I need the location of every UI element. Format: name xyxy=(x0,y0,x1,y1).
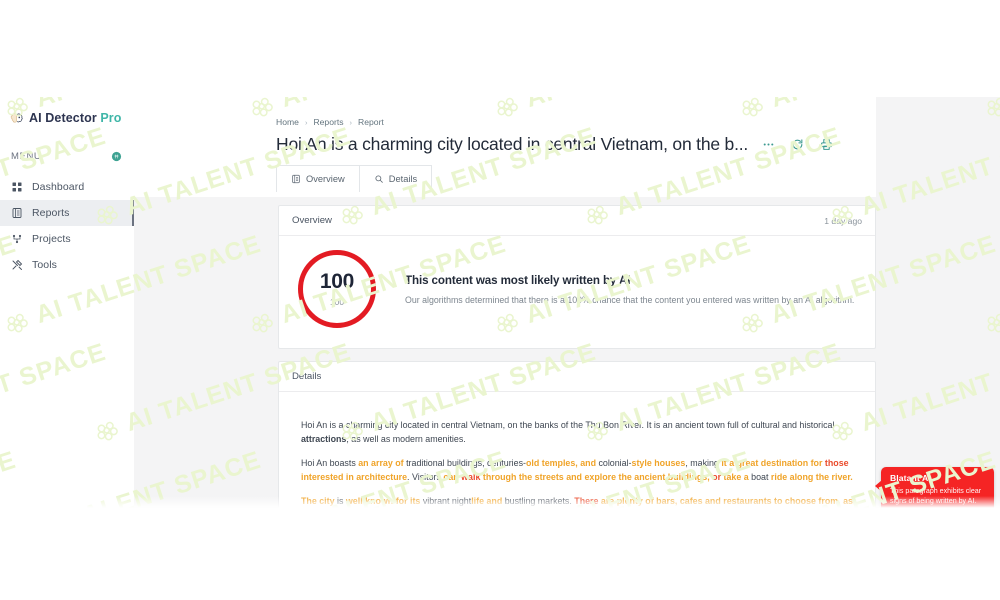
text-run: boat xyxy=(748,472,771,483)
text-run: Hoi An boasts xyxy=(301,457,359,468)
text-run: attractions xyxy=(301,434,347,445)
menu-label: MENU xyxy=(11,151,42,162)
text-run: an array of xyxy=(358,457,404,468)
print-icon[interactable] xyxy=(820,138,833,151)
breadcrumb-item-report: Report xyxy=(358,117,384,127)
verdict-heading: This content was most likely written by … xyxy=(405,273,631,287)
tab-label: Details xyxy=(388,174,418,184)
text-run: traditional buildings, centuries- xyxy=(403,457,526,468)
text-run: life and xyxy=(471,495,503,506)
more-options-icon[interactable] xyxy=(762,138,775,151)
text-run: ride along the river. xyxy=(770,472,853,483)
grid-icon xyxy=(12,182,22,192)
brain-badge-icon[interactable] xyxy=(111,151,122,162)
refresh-icon[interactable] xyxy=(791,138,804,151)
text-run: it a great destination for xyxy=(721,457,825,468)
breadcrumb-item-home[interactable]: Home xyxy=(276,117,299,127)
sidebar-item-reports[interactable]: Reports xyxy=(0,200,134,226)
tab-bar: Overview Details xyxy=(276,165,433,192)
breadcrumb-separator: › xyxy=(304,117,308,127)
text-run: well known for its xyxy=(345,495,421,506)
text-run: The city xyxy=(301,495,335,506)
tooltip-blatant-ai-1[interactable]: Blatant AI This paragraph exhibits clear… xyxy=(875,467,994,510)
tooltip-title: Blatant AI xyxy=(890,473,931,483)
sidebar-nav: Dashboard Reports Projects Tools xyxy=(0,174,134,278)
overview-timestamp: 1 day ago xyxy=(824,215,862,226)
overview-text: This content was most likely written by … xyxy=(405,272,854,306)
details-body: Hoi An is a charming city located in cen… xyxy=(279,392,994,510)
sidebar-item-label: Tools xyxy=(32,259,58,271)
ai-score-gauge: 100 100 xyxy=(298,250,376,328)
text-run: or xyxy=(712,472,722,483)
text-run: style houses xyxy=(631,457,686,468)
tab-details[interactable]: Details xyxy=(358,165,433,192)
tab-label: Overview xyxy=(306,174,345,184)
text-run: walk xyxy=(461,472,481,483)
brand-name: AI Detector Pro xyxy=(29,111,122,125)
sitemap-icon xyxy=(12,234,22,244)
main-area: Home › Reports › Report Hoi An is a charming… xyxy=(134,97,1000,510)
details-card: Details Hoi An is a charming city locate… xyxy=(278,361,994,510)
sidebar-item-label: Projects xyxy=(32,233,71,245)
text-run: can xyxy=(443,472,462,483)
breadcrumb-item-reports[interactable]: Reports xyxy=(313,117,343,127)
breadcrumb: Home › Reports › Report xyxy=(134,97,876,127)
details-card-header: Details xyxy=(279,362,875,392)
analyzed-paragraph-1: Hoi An is a charming city located in cen… xyxy=(301,418,853,447)
analyzed-paragraph-2: Hoi An boasts an array of traditional bu… xyxy=(301,456,853,485)
text-run: old temples, and xyxy=(525,457,596,468)
verdict-explanation: Our algorithms determined that there is … xyxy=(405,294,855,305)
text-run: vibrant night xyxy=(420,495,472,506)
text-run: through the streets and explore the anci… xyxy=(480,472,713,483)
title-row: Hoi An is a charming city located in cen… xyxy=(134,127,876,155)
tools-icon xyxy=(12,259,23,270)
text-run: take a xyxy=(721,472,749,483)
text-run: , as well as modern amenities. xyxy=(346,434,466,445)
overview-card: Overview 1 day ago 100 100 This content … xyxy=(278,205,876,349)
sidebar-item-dashboard[interactable]: Dashboard xyxy=(0,174,134,200)
text-run: is xyxy=(334,495,346,506)
topbar: Home › Reports › Report Hoi An is a charming… xyxy=(134,97,876,197)
sidebar-item-label: Dashboard xyxy=(32,181,85,193)
brain-logo-icon xyxy=(10,112,23,123)
sidebar-item-tools[interactable]: Tools xyxy=(0,252,134,278)
sidebar-item-label: Reports xyxy=(32,207,70,219)
overview-body: 100 100 This content was most likely wri… xyxy=(279,236,875,348)
breadcrumb-separator: › xyxy=(349,117,353,127)
text-run: Hoi An is a charming city located in cen… xyxy=(301,420,835,430)
tooltip-body: This paragraph exhibits clear signs of b… xyxy=(890,487,982,506)
details-card-title: Details xyxy=(292,371,322,382)
text-run: colonial- xyxy=(596,457,632,468)
page-title: Hoi An is a charming city located in cen… xyxy=(276,134,749,154)
content-column: Overview 1 day ago 100 100 This content … xyxy=(278,205,994,510)
text-run: bustling markets. xyxy=(502,495,575,506)
text-run: , making xyxy=(685,457,722,468)
search-icon xyxy=(375,175,383,183)
screenshot-canvas: AI TALENT SPACE AI TALENT SPACE AI TALENT … xyxy=(0,0,1000,600)
overview-card-header: Overview 1 day ago xyxy=(279,206,875,236)
brand-logo-area[interactable]: AI Detector Pro xyxy=(0,97,134,129)
ai-score-sub: 100 xyxy=(330,297,344,307)
overview-card-title: Overview xyxy=(292,215,332,226)
text-run: interested in architecture xyxy=(301,472,408,483)
report-table-icon xyxy=(12,208,22,218)
text-run: those xyxy=(824,457,849,468)
sidebar: AI Detector Pro MENU Dashboard Reports Pro… xyxy=(0,97,134,510)
analyzed-paragraph-3: The city is well known for its vibrant n… xyxy=(301,494,853,510)
title-actions xyxy=(762,138,833,151)
menu-header: MENU xyxy=(0,129,134,162)
tab-overview[interactable]: Overview xyxy=(276,165,359,192)
text-run: . Visitors xyxy=(407,472,444,483)
sidebar-item-projects[interactable]: Projects xyxy=(0,226,134,252)
text-run: There xyxy=(574,495,599,506)
report-table-icon xyxy=(292,174,300,184)
ai-score-value: 100 xyxy=(319,270,355,293)
app-viewport: AI TALENT SPACE AI TALENT SPACE AI TALENT … xyxy=(0,97,1000,510)
